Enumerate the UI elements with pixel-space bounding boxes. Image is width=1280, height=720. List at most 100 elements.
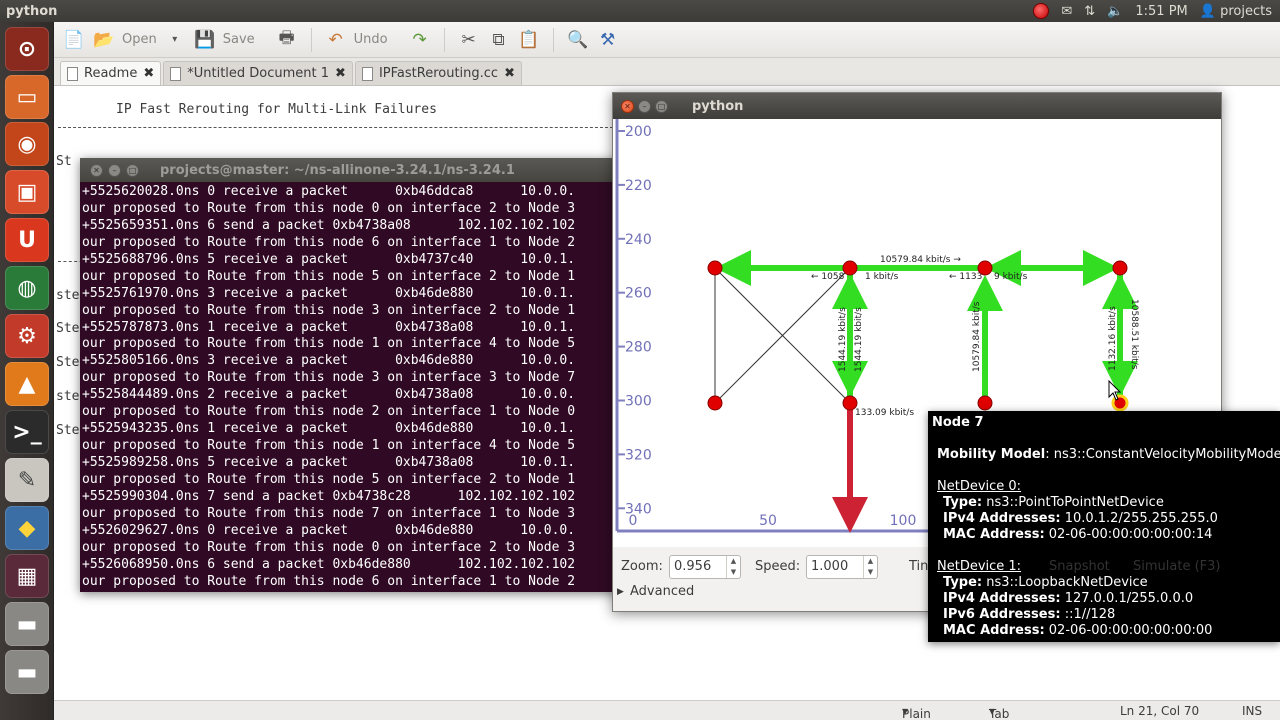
firefox-icon[interactable]: ◉: [5, 122, 49, 166]
advanced-expander[interactable]: Advanced: [630, 584, 694, 599]
disk-icon-2[interactable]: ▬: [5, 650, 49, 694]
terminal-line: our proposed to Route from this node 3 o…: [82, 302, 576, 318]
node[interactable]: [1112, 260, 1128, 276]
new-document-icon[interactable]: 📄: [62, 28, 86, 52]
open-button[interactable]: Open: [122, 32, 157, 47]
dev1-type-row: Type: ns3::LoopbackNetDevice: [943, 575, 1148, 590]
terminal-titlebar[interactable]: ✕ – □ projects@master: ~/ns-allinone-3.2…: [80, 158, 620, 182]
search-replace-icon[interactable]: ⚒: [596, 28, 620, 52]
link-labels: 10579.84 kbit/s → ← 1058 1 kbit/s ← 1133…: [811, 255, 1139, 418]
cut-icon[interactable]: ✂: [457, 28, 481, 52]
print-icon[interactable]: 🖶: [275, 28, 299, 52]
y-tick-label: 240: [625, 232, 652, 248]
python-icon[interactable]: ◆: [5, 506, 49, 550]
clock[interactable]: 1:51 PM: [1135, 4, 1187, 19]
top-panel: python ✉ ⇅ 🔈 1:51 PM 👤 projects: [0, 0, 1280, 22]
y-tick-label: 220: [625, 178, 652, 194]
undo-icon[interactable]: ↶: [324, 28, 348, 52]
minimize-icon[interactable]: –: [638, 99, 651, 113]
spinner-arrows-icon[interactable]: ▲ ▼: [863, 556, 877, 578]
dev0-ipv4-row: IPv4 Addresses: 10.0.1.2/255.255.255.0: [943, 511, 1218, 526]
save-icon[interactable]: 💾: [193, 28, 217, 52]
link-label: 9 kbit/s: [994, 272, 1028, 282]
close-icon[interactable]: ✖: [335, 66, 346, 81]
terminal-line: +5525761970.0ns 3 receive a packet 0xb46…: [82, 285, 576, 301]
netdevice-0-title: NetDevice 0:: [937, 479, 1022, 494]
x-tick-label: 100: [890, 513, 917, 529]
dev0-mac-row: MAC Address: 02-06-00:00:00:00:00:14: [943, 527, 1213, 542]
node[interactable]: [842, 260, 858, 276]
y-tick-label: 260: [625, 286, 652, 302]
terminal-line: +5526068950.0ns 6 send a packet 0xb46de8…: [82, 556, 576, 572]
workspace-switcher-icon[interactable]: ▦: [5, 554, 49, 598]
tab-width-selector[interactable]: Tab Width: 8 ▾: [989, 704, 1009, 720]
terminal-window[interactable]: ✕ – □ projects@master: ~/ns-allinone-3.2…: [80, 158, 620, 592]
node[interactable]: [977, 260, 993, 276]
terminal-icon[interactable]: >_: [5, 410, 49, 454]
zoom-spinner[interactable]: 0.956 ▲ ▼: [669, 555, 741, 579]
editor-tabs: Readme ✖ *Untitled Document 1 ✖ IPFastRe…: [54, 58, 1280, 86]
terminal-line: our proposed to Route from this node 6 o…: [82, 234, 576, 250]
tab-untitled-document[interactable]: *Untitled Document 1 ✖: [163, 61, 353, 85]
node[interactable]: [707, 260, 723, 276]
pyviz-titlebar[interactable]: ✕ – □ python: [613, 93, 1221, 119]
files-icon[interactable]: ▭: [5, 75, 49, 119]
insert-mode: INS: [1242, 704, 1263, 718]
mail-icon[interactable]: ✉: [1061, 4, 1072, 19]
x-tick-label: 50: [759, 513, 777, 529]
terminal-line: our proposed to Route from this node 0 o…: [82, 200, 576, 216]
vlc-icon[interactable]: ▲: [5, 362, 49, 406]
user-menu[interactable]: 👤 projects: [1200, 4, 1272, 19]
text-editor-icon[interactable]: ✎: [5, 458, 49, 502]
dev1-mac-row: MAC Address: 02-06-00:00:00:00:00:00: [943, 623, 1213, 638]
minimize-icon[interactable]: –: [108, 163, 121, 177]
terminal-line: our proposed to Route from this node 6 o…: [82, 573, 576, 589]
dev0-type-row: Type: ns3::PointToPointNetDevice: [943, 495, 1164, 510]
x-axis-ticks: 0 50 100: [629, 513, 917, 529]
zoom-label: Zoom:: [621, 559, 663, 574]
expander-arrow-icon[interactable]: ▶: [617, 587, 624, 597]
close-icon[interactable]: ✖: [143, 66, 154, 81]
ubuntu-dash-icon[interactable]: ⊙: [5, 27, 49, 71]
open-folder-icon[interactable]: 📂: [92, 28, 116, 52]
tab-readme[interactable]: Readme ✖: [60, 61, 162, 85]
spinner-arrows-icon[interactable]: ▲ ▼: [726, 556, 740, 578]
undo-button[interactable]: Undo: [354, 32, 388, 47]
redo-icon[interactable]: ↷: [408, 28, 432, 52]
search-icon[interactable]: 🔍: [566, 28, 590, 52]
network-icon[interactable]: ⇅: [1084, 4, 1095, 19]
save-button[interactable]: Save: [223, 32, 255, 47]
globe-app-icon[interactable]: ◍: [5, 266, 49, 310]
close-icon[interactable]: ✕: [621, 99, 634, 113]
tab-ipfastrerouting[interactable]: IPFastRerouting.cc ✖: [354, 61, 522, 85]
link-label: 10588.51 kbit/s: [1129, 299, 1139, 370]
ubuntu-one-icon[interactable]: U: [5, 218, 49, 262]
node[interactable]: [707, 395, 723, 411]
editor-line-fragment: Ste: [56, 355, 80, 370]
netdevice-1-title: NetDevice 1:: [937, 559, 1022, 574]
volume-icon[interactable]: 🔈: [1107, 4, 1123, 19]
maximize-icon[interactable]: □: [126, 163, 139, 177]
copy-icon[interactable]: ⧉: [487, 28, 511, 52]
open-recent-chevron-icon[interactable]: ▾: [163, 28, 187, 52]
node[interactable]: [977, 395, 993, 411]
terminal-output[interactable]: +5525620028.0ns 0 receive a packet 0xb46…: [80, 182, 620, 591]
close-icon[interactable]: ✖: [504, 66, 515, 81]
node[interactable]: [842, 395, 858, 411]
maximize-icon[interactable]: □: [655, 99, 668, 113]
speed-spinner[interactable]: 1.000 ▲ ▼: [806, 555, 878, 579]
language-selector[interactable]: Plain Text ▾: [902, 704, 931, 720]
document-icon: [67, 66, 78, 81]
terminal-line: +5525787873.0ns 1 receive a packet 0xb47…: [82, 319, 576, 335]
software-center-icon[interactable]: ▣: [5, 170, 49, 214]
editor-line-fragment: Ste: [56, 321, 80, 336]
dev1-ipv6-row: IPv6 Addresses: ::1//128: [943, 607, 1116, 622]
record-icon[interactable]: [1033, 3, 1050, 19]
close-icon[interactable]: ✕: [90, 163, 103, 177]
system-tray: ✉ ⇅ 🔈 1:51 PM 👤 projects: [1033, 0, 1272, 22]
disk-icon[interactable]: ▬: [5, 602, 49, 646]
tab-label: *Untitled Document 1: [187, 66, 330, 81]
active-app-title: python: [6, 3, 58, 19]
system-settings-icon[interactable]: ⚙: [5, 314, 49, 358]
paste-icon[interactable]: 📋: [517, 28, 541, 52]
